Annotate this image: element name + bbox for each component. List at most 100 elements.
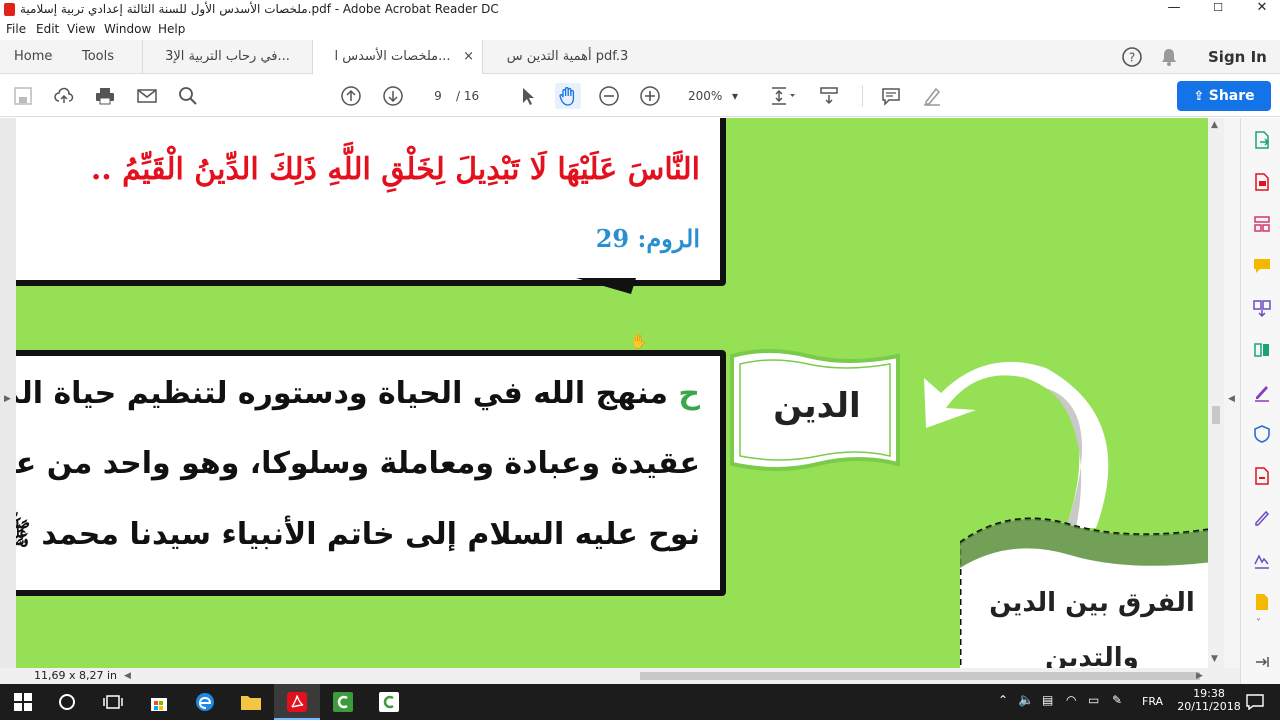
right-panel-collapse[interactable]: ◀ (1224, 118, 1240, 668)
comment-tool-icon[interactable] (1252, 256, 1272, 276)
scroll-mode-icon[interactable] (816, 83, 842, 109)
menu-view[interactable]: View (67, 22, 95, 36)
search-icon[interactable] (175, 83, 201, 109)
store-icon[interactable] (136, 684, 182, 720)
right-tools-panel: ˅ (1240, 118, 1280, 684)
create-pdf-icon[interactable] (1252, 172, 1272, 192)
chevron-down-icon: ▾ (732, 89, 739, 103)
zoom-out-icon[interactable] (596, 83, 622, 109)
cortana-search-icon[interactable] (44, 684, 90, 720)
edge-browser-icon[interactable] (182, 684, 228, 720)
sign-in-link[interactable]: Sign In (1208, 40, 1267, 74)
tab-document-2[interactable]: ملخصات الأسدس ا... × (312, 40, 482, 75)
verse-box: النَّاسَ عَلَيْهَا لَا تَبْدِيلَ لِخَلْق… (16, 118, 726, 286)
sign-pen-icon[interactable] (1252, 508, 1272, 528)
bell-icon[interactable] (1160, 40, 1180, 74)
battery-icon[interactable]: ▭ (1088, 693, 1099, 707)
zoom-select[interactable]: 200% ▾ (680, 85, 744, 107)
taskbar: ⌃ 🔈 ▤ ◠ ▭ ✎ FRA 19:38 20/11/2018 (0, 684, 1280, 720)
file-explorer-icon[interactable] (228, 684, 274, 720)
collapse-right-icon[interactable]: ◀ (1228, 394, 1235, 404)
minimize-button[interactable]: — (1152, 0, 1196, 18)
expand-left-icon[interactable]: ▶ (4, 394, 11, 404)
page-display-icon[interactable] (766, 83, 798, 109)
scroll-left-icon[interactable]: ◀ (124, 668, 131, 684)
verse-reference: الروم: 29 (595, 224, 700, 253)
wifi-icon[interactable]: ◠ (1066, 693, 1076, 707)
menu-bar: File Edit View Window Help (0, 19, 1280, 39)
fill-sign-icon[interactable] (1252, 382, 1272, 402)
scroll-thumb[interactable] (1212, 406, 1220, 424)
pdf-page: النَّاسَ عَلَيْهَا لَا تَبْدِيلَ لِخَلْق… (16, 118, 1208, 668)
hand-cursor-icon: ✋ (630, 334, 648, 350)
maximize-button[interactable]: ☐ (1196, 0, 1240, 18)
scroll-up-icon[interactable]: ▲ (1211, 120, 1218, 130)
pdf-file-icon[interactable] (1252, 466, 1272, 486)
scroll-down-icon[interactable]: ▼ (1211, 654, 1218, 664)
volume-icon[interactable]: 🔈 (1018, 693, 1034, 708)
edit-pdf-icon[interactable] (1252, 214, 1272, 234)
windows-start-icon[interactable] (0, 684, 46, 720)
email-icon[interactable] (134, 83, 160, 109)
combine-files-icon[interactable] (1252, 298, 1272, 318)
notification-center-icon[interactable] (1232, 684, 1278, 720)
camtasia-icon[interactable] (320, 684, 366, 720)
tab-tools[interactable]: Tools (82, 40, 114, 74)
panel-scroll-down-icon[interactable]: ˅ (1256, 618, 1261, 629)
svg-text:?: ? (1129, 51, 1135, 65)
acrobat-reader-taskbar-icon[interactable] (274, 684, 320, 720)
pen-ink-icon[interactable]: ✎ (1112, 693, 1122, 707)
previous-page-icon[interactable] (338, 83, 364, 109)
page-size-label: 11,69 x 8,27 in (34, 669, 118, 682)
tab-home[interactable]: Home (14, 40, 52, 74)
zoom-in-icon[interactable] (637, 83, 663, 109)
tab-document-3[interactable]: أهمية التدين س pdf.3 (482, 40, 652, 74)
send-file-icon[interactable] (1252, 592, 1272, 612)
horizontal-scroll-thumb[interactable] (640, 672, 1200, 680)
save-icon[interactable] (10, 83, 36, 109)
left-panel-collapse[interactable]: ▶ (0, 118, 16, 668)
print-icon[interactable] (92, 83, 118, 109)
highlight-pen-icon[interactable] (919, 83, 945, 109)
network-icon[interactable]: ▤ (1042, 693, 1053, 707)
collapse-panel-icon[interactable] (1252, 652, 1272, 672)
status-bar: 11,69 x 8,27 in ◀ ▶ (0, 668, 1240, 684)
definition-line-1: ح منهج الله في الحياة ودستوره لتنظيم حيا… (16, 376, 700, 411)
camtasia-recorder-icon[interactable] (366, 684, 412, 720)
menu-file[interactable]: File (6, 22, 26, 36)
verse-box-tail (576, 278, 636, 294)
tray-chevron-up-icon[interactable]: ⌃ (998, 693, 1008, 707)
page-total: / 16 (456, 89, 480, 103)
organize-pages-icon[interactable] (1252, 340, 1272, 360)
export-pdf-icon[interactable] (1252, 130, 1272, 150)
help-icon[interactable]: ? (1121, 40, 1143, 74)
document-viewport[interactable]: ▶ النَّاسَ عَلَيْهَا لَا تَبْدِيلَ لِخَل… (0, 118, 1240, 668)
language-indicator[interactable]: FRA (1142, 684, 1163, 720)
menu-edit[interactable]: Edit (36, 22, 59, 36)
toolbar-separator (862, 85, 863, 107)
select-cursor-icon[interactable] (514, 83, 540, 109)
menu-window[interactable]: Window (104, 22, 151, 36)
curved-arrow-icon (924, 361, 1109, 528)
system-tray-icons[interactable]: ⌃ 🔈 ▤ ◠ ▭ ✎ (996, 684, 1136, 720)
menu-help[interactable]: Help (158, 22, 185, 36)
next-page-icon[interactable] (380, 83, 406, 109)
hand-tool-icon[interactable] (555, 83, 581, 109)
page-number-input[interactable]: 9 (422, 85, 454, 107)
send-for-signature-icon[interactable] (1252, 550, 1272, 570)
tab-document-1[interactable]: 3في رحاب التربية الإ... (142, 40, 312, 74)
definition-box: ح منهج الله في الحياة ودستوره لتنظيم حيا… (16, 350, 726, 596)
vertical-scrollbar[interactable]: ▲ ▼ (1208, 118, 1224, 668)
task-view-icon[interactable] (90, 684, 136, 720)
definition-marker-icon: ح (678, 376, 700, 411)
window-title: ملخصات الأسدس الأول للسنة الثالثة إعدادي… (20, 2, 499, 16)
comment-icon[interactable] (878, 83, 904, 109)
upload-cloud-icon[interactable] (51, 83, 77, 109)
protect-shield-icon[interactable] (1252, 424, 1272, 444)
share-upload-icon: ⇪ (1193, 89, 1209, 104)
acrobat-pdf-icon (4, 3, 15, 16)
scroll-right-icon[interactable]: ▶ (1196, 668, 1203, 684)
tab-close-icon[interactable]: × (463, 40, 474, 74)
share-button[interactable]: ⇪ Share (1177, 81, 1271, 111)
close-window-button[interactable]: ✕ (1240, 0, 1280, 18)
